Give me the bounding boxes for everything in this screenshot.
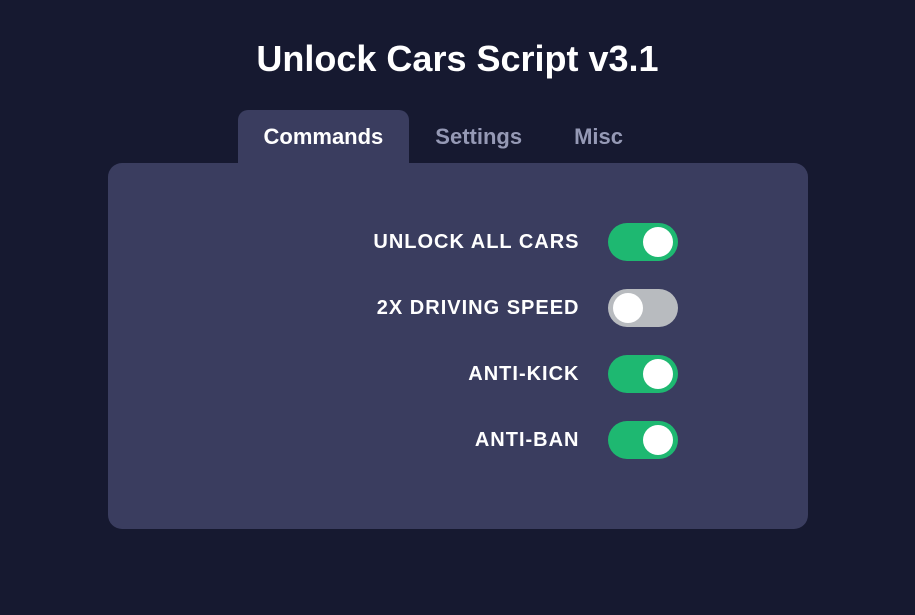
tab-settings[interactable]: Settings: [409, 110, 548, 164]
toggle-knob: [613, 293, 643, 323]
tab-label: Commands: [264, 124, 384, 149]
command-label: ANTI-BAN: [238, 429, 608, 452]
tabs: Commands Settings Misc: [238, 110, 650, 164]
tabs-wrapper: Commands Settings Misc UNLOCK ALL CARS 2…: [108, 110, 808, 529]
command-row-anti-kick: ANTI-KICK: [238, 355, 678, 393]
tab-label: Settings: [435, 124, 522, 149]
toggle-unlock-all-cars[interactable]: [608, 223, 678, 261]
page-title: Unlock Cars Script v3.1: [256, 38, 658, 80]
commands-panel: UNLOCK ALL CARS 2X DRIVING SPEED ANTI-KI…: [108, 163, 808, 529]
command-row-anti-ban: ANTI-BAN: [238, 421, 678, 459]
toggle-knob: [643, 425, 673, 455]
tab-commands[interactable]: Commands: [238, 110, 410, 164]
toggle-2x-driving-speed[interactable]: [608, 289, 678, 327]
tab-misc[interactable]: Misc: [548, 110, 649, 164]
toggle-anti-ban[interactable]: [608, 421, 678, 459]
command-label: ANTI-KICK: [238, 363, 608, 386]
command-label: 2X DRIVING SPEED: [238, 297, 608, 320]
command-label: UNLOCK ALL CARS: [238, 231, 608, 254]
commands-list: UNLOCK ALL CARS 2X DRIVING SPEED ANTI-KI…: [148, 223, 768, 459]
toggle-knob: [643, 227, 673, 257]
command-row-unlock-all-cars: UNLOCK ALL CARS: [238, 223, 678, 261]
tab-label: Misc: [574, 124, 623, 149]
toggle-anti-kick[interactable]: [608, 355, 678, 393]
toggle-knob: [643, 359, 673, 389]
command-row-2x-driving-speed: 2X DRIVING SPEED: [238, 289, 678, 327]
